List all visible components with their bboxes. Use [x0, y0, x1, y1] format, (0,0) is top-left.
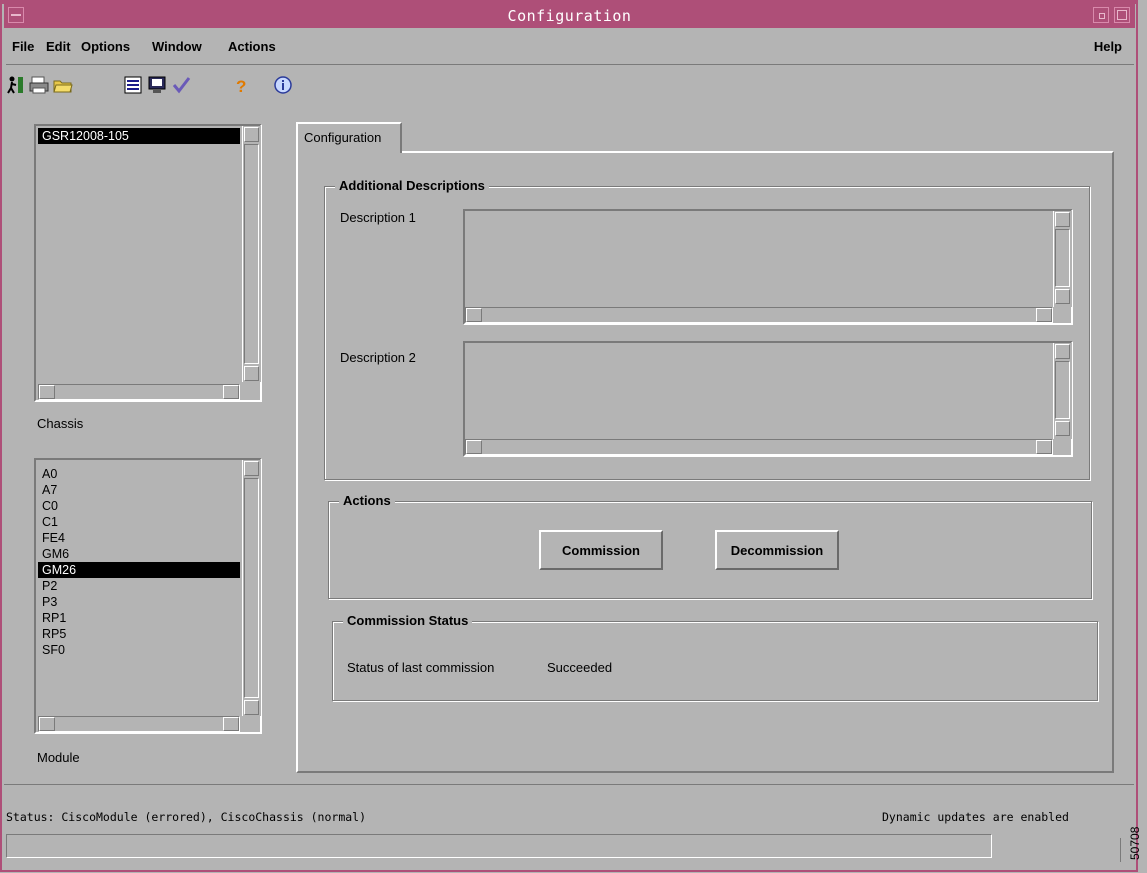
horizontal-scrollbar[interactable]	[465, 439, 1053, 455]
info-icon[interactable]	[272, 74, 294, 96]
vertical-scrollbar[interactable]	[1053, 211, 1072, 307]
module-vertical-scrollbar[interactable]	[242, 460, 261, 716]
module-list-item[interactable]: A7	[38, 482, 240, 498]
scroll-down-arrow-icon[interactable]	[1055, 289, 1070, 304]
chassis-vertical-scrollbar[interactable]	[242, 126, 261, 382]
vertical-scrollbar[interactable]	[1053, 343, 1072, 439]
menu-edit[interactable]: Edit	[46, 39, 71, 54]
maximize-button[interactable]	[1114, 7, 1130, 23]
description-2-field[interactable]	[463, 341, 1073, 457]
description-1-label: Description 1	[340, 210, 416, 225]
module-list-item[interactable]: P3	[38, 594, 240, 610]
menu-options[interactable]: Options	[81, 39, 130, 54]
chassis-list-item[interactable]: GSR12008-105	[38, 128, 240, 144]
module-list-item[interactable]: GM6	[38, 546, 240, 562]
status-of-last-commission-label: Status of last commission	[347, 660, 495, 675]
module-list-item[interactable]: SF0	[38, 642, 240, 658]
title-bar[interactable]: Configuration	[4, 4, 1135, 28]
scroll-right-arrow-icon[interactable]	[1036, 440, 1052, 454]
scroll-up-arrow-icon[interactable]	[244, 461, 259, 476]
horizontal-scrollbar[interactable]	[465, 307, 1053, 323]
tab-label: Configuration	[304, 130, 382, 145]
scroll-left-arrow-icon[interactable]	[39, 717, 55, 731]
dynamic-updates-text: Dynamic updates are enabled	[882, 810, 1069, 824]
module-list-item[interactable]: GM26	[38, 562, 240, 578]
module-list-item[interactable]: RP1	[38, 610, 240, 626]
checkmark-icon[interactable]	[170, 74, 192, 96]
menu-actions[interactable]: Actions	[228, 39, 276, 54]
status-text: Status: CiscoModule (errored), CiscoChas…	[6, 810, 367, 824]
print-icon[interactable]	[28, 74, 50, 96]
chassis-horizontal-scrollbar[interactable]	[38, 384, 240, 400]
scroll-thumb[interactable]	[1055, 361, 1070, 419]
figure-id: 50708	[1128, 826, 1142, 860]
scroll-right-arrow-icon[interactable]	[223, 385, 239, 399]
menu-window[interactable]: Window	[152, 39, 202, 54]
status-message-field	[6, 834, 992, 858]
list-icon[interactable]	[122, 74, 144, 96]
module-list-item[interactable]: A0	[38, 466, 240, 482]
tab-configuration[interactable]: Configuration	[296, 122, 402, 153]
scroll-down-arrow-icon[interactable]	[244, 700, 259, 715]
scroll-right-arrow-icon[interactable]	[223, 717, 239, 731]
module-list-item[interactable]: C1	[38, 514, 240, 530]
resize-grip[interactable]	[1120, 838, 1121, 862]
module-list-item[interactable]: C0	[38, 498, 240, 514]
commission-button[interactable]: Commission	[539, 530, 663, 570]
svg-text:?: ?	[236, 77, 246, 95]
window-title: Configuration	[507, 7, 632, 25]
scroll-down-arrow-icon[interactable]	[244, 366, 259, 381]
scroll-thumb[interactable]	[244, 478, 259, 698]
scroll-thumb[interactable]	[244, 144, 259, 364]
scroll-left-arrow-icon[interactable]	[466, 440, 482, 454]
chassis-label: Chassis	[37, 416, 84, 431]
menu-bar: File Edit Options Window Actions Help	[6, 30, 1134, 65]
module-label: Module	[37, 750, 80, 765]
module-list-item[interactable]: FE4	[38, 530, 240, 546]
group-title: Additional Descriptions	[335, 178, 489, 193]
commission-status-value: Succeeded	[547, 660, 613, 675]
minimize-button[interactable]	[1093, 7, 1109, 23]
module-listbox[interactable]: A0 A7 C0 C1 FE4 GM6 GM26 P2 P3 RP1 RP5 SF0	[34, 458, 262, 734]
module-horizontal-scrollbar[interactable]	[38, 716, 240, 732]
description-1-field[interactable]	[463, 209, 1073, 325]
description-2-label: Description 2	[340, 350, 416, 365]
monitor-icon[interactable]	[146, 74, 168, 96]
menu-file[interactable]: File	[12, 39, 34, 54]
scroll-up-arrow-icon[interactable]	[244, 127, 259, 142]
minimize-icon	[1099, 13, 1105, 19]
exit-icon[interactable]	[4, 74, 26, 96]
chassis-listbox[interactable]: GSR12008-105	[34, 124, 262, 402]
scroll-left-arrow-icon[interactable]	[39, 385, 55, 399]
actions-group: Actions	[328, 493, 1092, 599]
scroll-thumb[interactable]	[1055, 229, 1070, 287]
module-list-item[interactable]: P2	[38, 578, 240, 594]
scroll-right-arrow-icon[interactable]	[1036, 308, 1052, 322]
menu-help[interactable]: Help	[1094, 39, 1122, 54]
decommission-button[interactable]: Decommission	[715, 530, 839, 570]
group-title: Commission Status	[343, 613, 473, 628]
scroll-down-arrow-icon[interactable]	[1055, 421, 1070, 436]
scroll-up-arrow-icon[interactable]	[1055, 212, 1070, 227]
help-icon[interactable]: ?	[230, 74, 252, 96]
scroll-up-arrow-icon[interactable]	[1055, 344, 1070, 359]
maximize-icon	[1117, 10, 1127, 20]
module-list-item[interactable]: RP5	[38, 626, 240, 642]
statusbar-divider	[4, 784, 1134, 785]
group-title: Actions	[339, 493, 395, 508]
open-folder-icon[interactable]	[52, 74, 74, 96]
scroll-left-arrow-icon[interactable]	[466, 308, 482, 322]
module-list: A0 A7 C0 C1 FE4 GM6 GM26 P2 P3 RP1 RP5 SF0	[38, 466, 240, 658]
